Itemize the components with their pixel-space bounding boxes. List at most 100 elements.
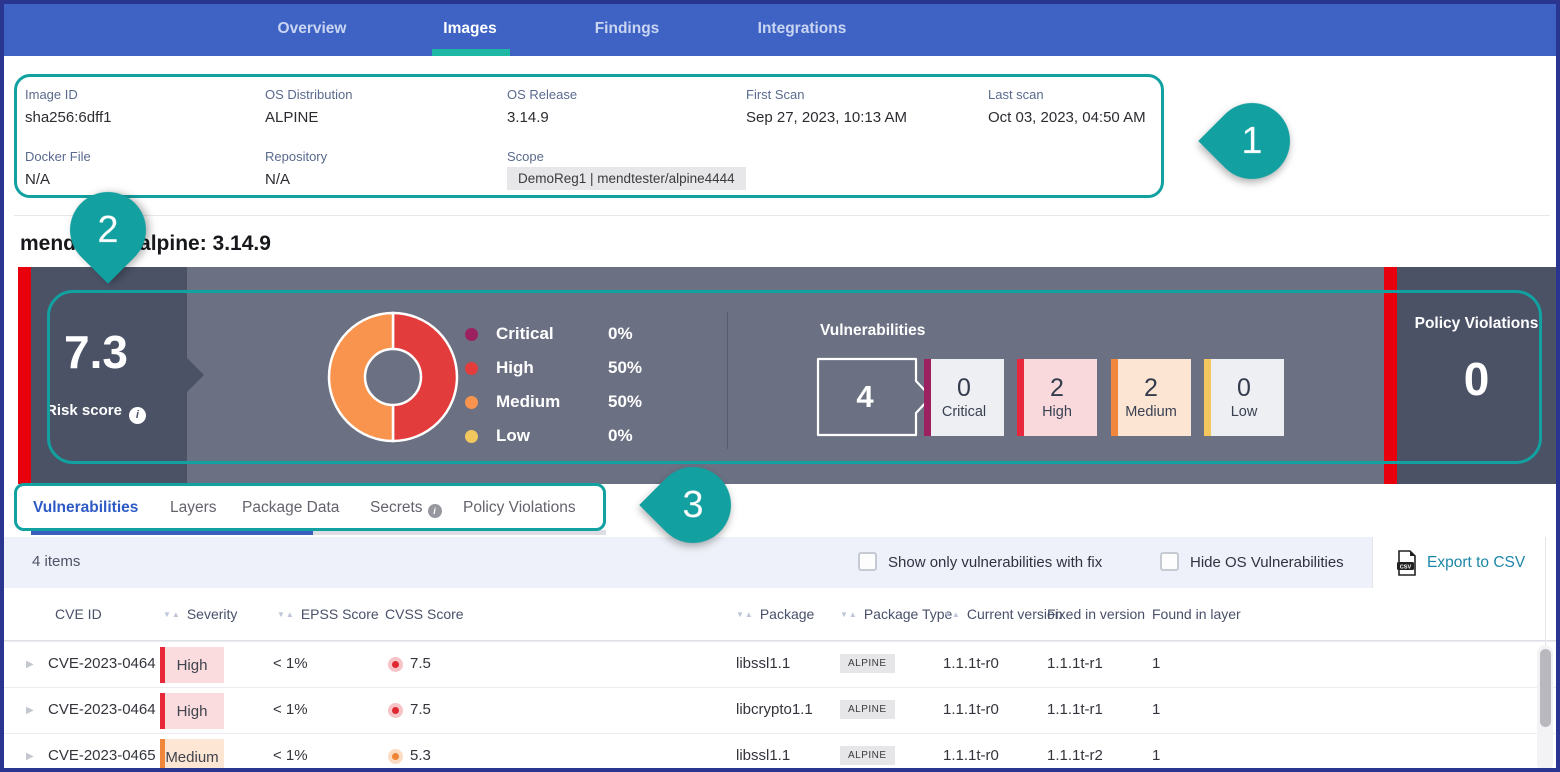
cvss-score: 7.5 (410, 701, 431, 718)
severity-card-stripe (1111, 359, 1118, 436)
detail-tab-layers[interactable]: Layers (170, 499, 217, 517)
column-header-label: CVE ID (55, 606, 102, 622)
fixed-in-version: 1.1.1t-r1 (1047, 701, 1103, 718)
column-header-package-type[interactable]: ▼▲Package Type (840, 606, 952, 622)
risk-score-label: Risk scorei (18, 402, 174, 424)
legend-percentage: 50% (608, 358, 642, 378)
meta-label: OS Release (507, 87, 577, 102)
nav-tab-findings[interactable]: Findings (595, 20, 660, 38)
cvss-score-icon (388, 749, 403, 764)
meta-field-repository: RepositoryN/A (265, 149, 327, 188)
cvss-score-icon (388, 703, 403, 718)
meta-field-os-release: OS Release 3.14.9 (507, 87, 577, 126)
show-only-with-fix-label: Show only vulnerabilities with fix (888, 554, 1102, 571)
current-version: 1.1.1t-r0 (943, 655, 999, 672)
sort-icon[interactable]: ▼▲ (277, 610, 295, 619)
sort-icon[interactable]: ▼▲ (736, 610, 754, 619)
column-header-severity[interactable]: ▼▲Severity (163, 606, 237, 622)
legend-dot (465, 362, 478, 375)
meta-label: First Scan (746, 87, 907, 102)
package-name: libssl1.1 (736, 655, 790, 672)
meta-value: N/A (265, 171, 327, 188)
severity-badge-label: High (177, 657, 208, 674)
meta-value: Oct 03, 2023, 04:50 AM (988, 109, 1146, 126)
export-to-csv-button[interactable]: CSV Export to CSV (1396, 550, 1525, 576)
detail-tab-policy-violations[interactable]: Policy Violations (463, 499, 576, 517)
active-tab-underline (432, 49, 510, 56)
column-header-found-in-layer[interactable]: Found in layer (1152, 606, 1241, 622)
vertical-scrollbar-thumb[interactable] (1540, 649, 1551, 727)
severity-card-stripe (1017, 359, 1024, 436)
info-icon[interactable]: i (428, 504, 442, 518)
info-icon[interactable]: i (129, 407, 146, 424)
table-row[interactable]: ▶CVE-2023-0464High< 1%7.5libcrypto1.1ALP… (4, 687, 1556, 733)
meta-value: 3.14.9 (507, 109, 577, 126)
severity-badge-stripe (160, 693, 165, 729)
column-header-package[interactable]: ▼▲ Package (736, 606, 814, 622)
export-cell: CSV Export to CSV (1372, 537, 1557, 588)
column-header-current-version[interactable]: ▼▲Current version (943, 606, 1063, 622)
detail-tab-vulnerabilities[interactable]: Vulnerabilities (33, 499, 138, 517)
column-header-fixed-in-version[interactable]: Fixed in version (1047, 606, 1145, 622)
nav-tab-images[interactable]: Images (443, 20, 496, 38)
severity-badge-stripe (160, 647, 165, 683)
app-window: Overview Images Findings Integrations Image… (0, 0, 1560, 772)
column-header-label: Found in layer (1152, 606, 1241, 622)
package-type-chip: ALPINE (840, 746, 895, 765)
sort-icon[interactable]: ▼▲ (943, 610, 961, 619)
row-expand-icon[interactable]: ▶ (26, 751, 34, 762)
risk-score-arrow (187, 358, 204, 392)
column-header-cve-id[interactable]: CVE ID (55, 606, 102, 622)
column-header-label: Package (760, 606, 814, 622)
tab-scroll-thumb[interactable] (31, 530, 313, 535)
table-row[interactable]: ▶CVE-2023-0465Medium< 1%5.3libssl1.1ALPI… (4, 733, 1556, 772)
epss-score: < 1% (273, 701, 308, 718)
sort-icon[interactable]: ▼▲ (840, 610, 858, 619)
severity-card-stripe (1204, 359, 1211, 436)
column-header-label: CVSS Score (385, 606, 464, 622)
package-name: libcrypto1.1 (736, 701, 813, 718)
severity-card-count: 0 (957, 375, 971, 403)
scope-chip: DemoReg1 | mendtester/alpine4444 (507, 167, 746, 190)
hide-os-vulnerabilities-checkbox[interactable] (1160, 552, 1179, 571)
legend-item-high: High 50% (465, 351, 642, 385)
cvss-score: 5.3 (410, 747, 431, 764)
legend-dot (465, 396, 478, 409)
severity-badge: Medium (160, 739, 224, 772)
nav-tab-integrations[interactable]: Integrations (758, 20, 847, 38)
table-row[interactable]: ▶CVE-2023-0464High< 1%7.5libssl1.1ALPINE… (4, 641, 1556, 687)
row-expand-icon[interactable]: ▶ (26, 705, 34, 716)
policy-violations-panel: Policy Violations 0 (1397, 267, 1556, 484)
column-header-cvss-score[interactable]: CVSS Score (385, 606, 464, 622)
meta-field-image-id: Image IDsha256:6dff1 (25, 87, 111, 126)
found-in-layer: 1 (1152, 655, 1160, 672)
cvss-score: 7.5 (410, 655, 431, 672)
cve-id[interactable]: CVE-2023-0464 (48, 655, 156, 672)
meta-field-last-scan: Last scan Oct 03, 2023, 04:50 AM (988, 87, 1146, 126)
legend-label: Low (496, 426, 590, 446)
detail-tab-package-data[interactable]: Package Data (242, 499, 339, 517)
legend-label: High (496, 358, 590, 378)
detail-tab-secrets[interactable]: Secretsi (370, 499, 442, 518)
found-in-layer: 1 (1152, 747, 1160, 764)
package-name: libssl1.1 (736, 747, 790, 764)
severity-badge-label: High (177, 703, 208, 720)
items-count: 4 items (32, 553, 80, 570)
show-only-with-fix-checkbox[interactable] (858, 552, 877, 571)
severity-donut-chart (326, 310, 460, 444)
severity-card-medium: 2Medium (1111, 359, 1191, 436)
cve-id[interactable]: CVE-2023-0465 (48, 747, 156, 764)
svg-text:CSV: CSV (1400, 564, 1412, 570)
row-expand-icon[interactable]: ▶ (26, 659, 34, 670)
callout-2-highlight-border (47, 290, 1542, 464)
severity-badge: High (160, 693, 224, 729)
meta-field-os-distribution: OS DistributionALPINE (265, 87, 352, 126)
column-header-epss-score[interactable]: ▼▲ EPSS Score (277, 606, 379, 622)
sort-icon[interactable]: ▼▲ (163, 610, 181, 619)
column-header-label: EPSS Score (301, 606, 379, 622)
meta-value: Sep 27, 2023, 10:13 AM (746, 109, 907, 126)
meta-label: Last scan (988, 87, 1146, 102)
legend-item-medium: Medium50% (465, 385, 642, 419)
cve-id[interactable]: CVE-2023-0464 (48, 701, 156, 718)
nav-tab-overview[interactable]: Overview (278, 20, 347, 38)
